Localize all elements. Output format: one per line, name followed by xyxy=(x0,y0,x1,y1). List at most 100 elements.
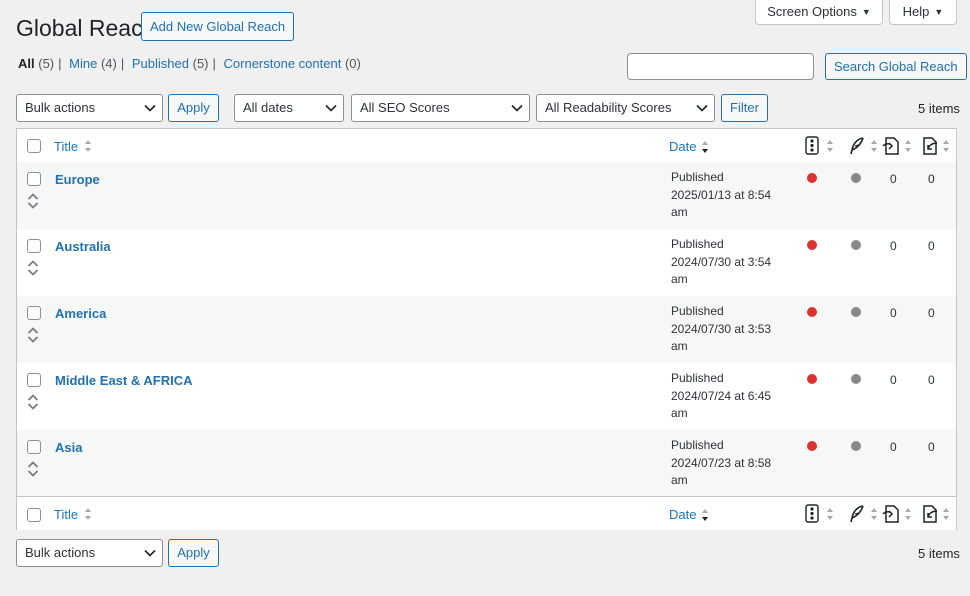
incoming-links-count: 0 xyxy=(928,239,935,253)
items-count: 5 items xyxy=(918,101,960,116)
seo-score-icon[interactable] xyxy=(805,136,819,155)
row-status: Published xyxy=(671,170,724,184)
row-date-line: 2024/07/30 at 3:53 xyxy=(671,321,772,336)
select-all-checkbox[interactable] xyxy=(27,139,41,153)
view-mine[interactable]: Mine xyxy=(69,56,97,71)
table-footer: Title Date xyxy=(17,496,956,530)
column-date[interactable]: Date xyxy=(669,139,696,154)
row-checkbox[interactable] xyxy=(27,239,41,253)
outgoing-links-count: 0 xyxy=(890,306,897,320)
row-time-suffix: am xyxy=(671,339,688,353)
seo-score-icon[interactable] xyxy=(805,504,819,523)
row-status: Published xyxy=(671,371,724,385)
view-separator: | xyxy=(212,56,216,71)
seo-score-dot xyxy=(807,307,817,317)
row-date: Published 2024/07/30 at 3:54 am xyxy=(671,236,791,289)
caret-down-icon: ▼ xyxy=(861,7,871,17)
sort-icon[interactable] xyxy=(870,139,878,153)
incoming-links-icon[interactable] xyxy=(920,137,938,155)
column-date[interactable]: Date xyxy=(669,507,696,522)
bulk-actions-select[interactable]: Bulk actions xyxy=(16,94,163,122)
row-checkbox[interactable] xyxy=(27,440,41,454)
view-all[interactable]: All xyxy=(18,56,35,71)
sort-icon[interactable] xyxy=(904,139,912,153)
row-date-line: 2025/01/13 at 8:54 xyxy=(671,187,772,202)
sort-desc-icon[interactable] xyxy=(701,140,709,154)
row-checkbox[interactable] xyxy=(27,172,41,186)
row-date: Published 2025/01/13 at 8:54 am xyxy=(671,169,791,222)
items-count-bottom: 5 items xyxy=(918,546,960,561)
reorder-icon[interactable] xyxy=(27,193,39,209)
outgoing-links-count: 0 xyxy=(890,440,897,454)
outgoing-links-icon[interactable] xyxy=(882,505,900,523)
readability-feather-icon[interactable] xyxy=(849,137,865,155)
readability-score-dot xyxy=(851,240,861,250)
search-input[interactable] xyxy=(627,53,814,80)
column-title[interactable]: Title xyxy=(54,139,78,154)
sort-icon[interactable] xyxy=(942,507,950,521)
row-status: Published xyxy=(671,304,724,318)
dates-value: All dates xyxy=(243,100,293,115)
sort-icon[interactable] xyxy=(904,507,912,521)
row-title-link[interactable]: America xyxy=(55,306,106,321)
sort-desc-icon[interactable] xyxy=(701,508,709,522)
view-cornerstone[interactable]: Cornerstone content xyxy=(224,56,342,71)
bulk-actions-select-bottom[interactable]: Bulk actions xyxy=(16,539,163,567)
chevron-down-icon xyxy=(511,104,523,112)
view-published[interactable]: Published xyxy=(132,56,189,71)
chevron-down-icon xyxy=(325,104,337,112)
view-count: (0) xyxy=(344,56,361,71)
bulk-actions-value: Bulk actions xyxy=(25,100,96,115)
row-time-suffix: am xyxy=(671,272,688,286)
seo-score-dot xyxy=(807,374,817,384)
reorder-icon[interactable] xyxy=(27,461,39,477)
readability-feather-icon[interactable] xyxy=(849,505,865,523)
apply-button-bottom[interactable]: Apply xyxy=(168,539,219,567)
sort-icon[interactable] xyxy=(826,139,834,153)
row-time-suffix: am xyxy=(671,205,688,219)
sort-icon[interactable] xyxy=(826,507,834,521)
select-all-checkbox[interactable] xyxy=(27,508,41,522)
posts-table: Title Date Europe Published 2025/01/13 at… xyxy=(16,128,957,530)
row-title-link[interactable]: Europe xyxy=(55,172,100,187)
screen-options-label: Screen Options xyxy=(767,4,857,19)
sort-icon[interactable] xyxy=(870,507,878,521)
sort-icon[interactable] xyxy=(84,507,92,521)
row-title-link[interactable]: Middle East & AFRICA xyxy=(55,373,192,388)
incoming-links-icon[interactable] xyxy=(920,505,938,523)
outgoing-links-icon[interactable] xyxy=(882,137,900,155)
view-count: (5) xyxy=(192,56,209,71)
row-checkbox[interactable] xyxy=(27,306,41,320)
apply-button[interactable]: Apply xyxy=(168,94,219,122)
seo-scores-select[interactable]: All SEO Scores xyxy=(351,94,530,122)
bulk-actions-value: Bulk actions xyxy=(25,545,96,560)
add-new-button[interactable]: Add New Global Reach xyxy=(141,12,295,41)
help-button[interactable]: Help ▼ xyxy=(889,0,957,25)
row-date-line: 2024/07/24 at 6:45 xyxy=(671,388,772,403)
view-count: (4) xyxy=(100,56,117,71)
seo-score-dot xyxy=(807,441,817,451)
dates-select[interactable]: All dates xyxy=(234,94,344,122)
row-date-line: 2024/07/23 at 8:58 xyxy=(671,455,772,470)
screen-options-button[interactable]: Screen Options ▼ xyxy=(755,0,883,25)
reorder-icon[interactable] xyxy=(27,394,39,410)
row-checkbox[interactable] xyxy=(27,373,41,387)
filter-button[interactable]: Filter xyxy=(721,94,768,122)
table-row: America Published 2024/07/30 at 3:53 am 0 … xyxy=(17,296,956,363)
search-button[interactable]: Search Global Reach xyxy=(825,53,967,80)
row-status: Published xyxy=(671,237,724,251)
chevron-down-icon xyxy=(696,104,708,112)
outgoing-links-count: 0 xyxy=(890,239,897,253)
column-title[interactable]: Title xyxy=(54,507,78,522)
readability-scores-select[interactable]: All Readability Scores xyxy=(536,94,715,122)
readability-scores-value: All Readability Scores xyxy=(545,100,672,115)
chevron-down-icon xyxy=(144,549,156,557)
reorder-icon[interactable] xyxy=(27,327,39,343)
incoming-links-count: 0 xyxy=(928,440,935,454)
row-title-link[interactable]: Asia xyxy=(55,440,82,455)
reorder-icon[interactable] xyxy=(27,260,39,276)
row-date: Published 2024/07/24 at 6:45 am xyxy=(671,370,791,423)
sort-icon[interactable] xyxy=(84,139,92,153)
row-title-link[interactable]: Australia xyxy=(55,239,111,254)
sort-icon[interactable] xyxy=(942,139,950,153)
